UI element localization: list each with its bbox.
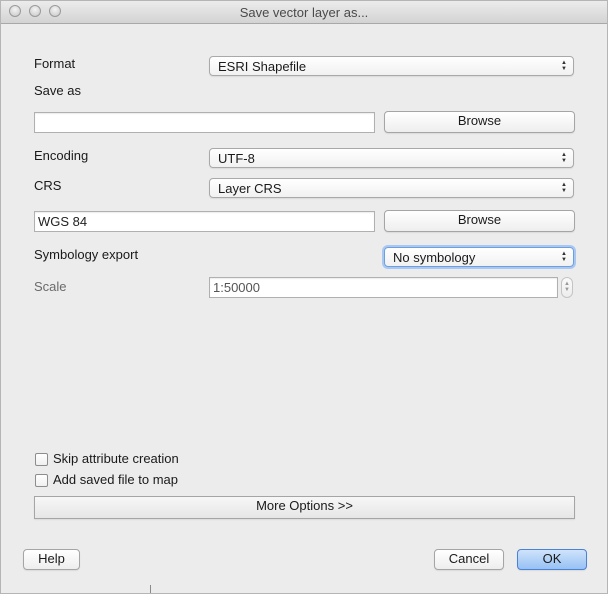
updown-arrows-icon: ▲ ▼ [561, 251, 567, 263]
format-select-value: ESRI Shapefile [218, 59, 307, 74]
format-label: Format [34, 56, 76, 71]
spinner-arrows-icon[interactable]: ▲ ▼ [561, 277, 573, 298]
crs-label: CRS [34, 178, 62, 193]
crs-select-value: Layer CRS [218, 181, 282, 196]
ok-button[interactable]: OK [517, 549, 587, 570]
add-saved-file-to-map-checkbox[interactable] [35, 474, 48, 487]
scale-input-value: 1:50000 [213, 280, 260, 295]
updown-arrows-icon: ▲ ▼ [561, 152, 567, 164]
scale-input[interactable]: 1:50000 [209, 277, 558, 298]
symbology-export-label: Symbology export [34, 247, 139, 262]
title-bar[interactable]: Save vector layer as... [1, 1, 607, 24]
help-button[interactable]: Help [23, 549, 80, 570]
save-vector-layer-dialog: Save vector layer as... Format ESRI Shap… [0, 0, 608, 594]
cancel-button[interactable]: Cancel [434, 549, 504, 570]
format-select[interactable]: ESRI Shapefile ▲ ▼ [209, 56, 574, 76]
save-as-input[interactable] [34, 112, 375, 133]
symbology-export-select-value: No symbology [393, 250, 476, 265]
add-saved-file-to-map-label[interactable]: Add saved file to map [53, 472, 178, 487]
window-title: Save vector layer as... [239, 5, 369, 20]
save-as-browse-button[interactable]: Browse [384, 111, 575, 133]
skip-attribute-creation-label[interactable]: Skip attribute creation [53, 451, 179, 466]
encoding-select[interactable]: UTF-8 ▲ ▼ [209, 148, 574, 168]
save-as-label: Save as [34, 83, 81, 98]
more-options-button[interactable]: More Options >> [34, 496, 575, 519]
updown-arrows-icon: ▲ ▼ [561, 182, 567, 194]
encoding-select-value: UTF-8 [218, 151, 255, 166]
skip-attribute-creation-checkbox[interactable] [35, 453, 48, 466]
symbology-export-select[interactable]: No symbology ▲ ▼ [384, 247, 574, 267]
scale-label: Scale [34, 279, 67, 294]
encoding-label: Encoding [34, 148, 89, 163]
crs-input-value: WGS 84 [38, 214, 88, 229]
updown-arrows-icon: ▲ ▼ [561, 60, 567, 72]
resize-grip[interactable] [150, 585, 151, 593]
crs-select[interactable]: Layer CRS ▲ ▼ [209, 178, 574, 198]
crs-input[interactable]: WGS 84 [34, 211, 375, 232]
crs-browse-button[interactable]: Browse [384, 210, 575, 232]
